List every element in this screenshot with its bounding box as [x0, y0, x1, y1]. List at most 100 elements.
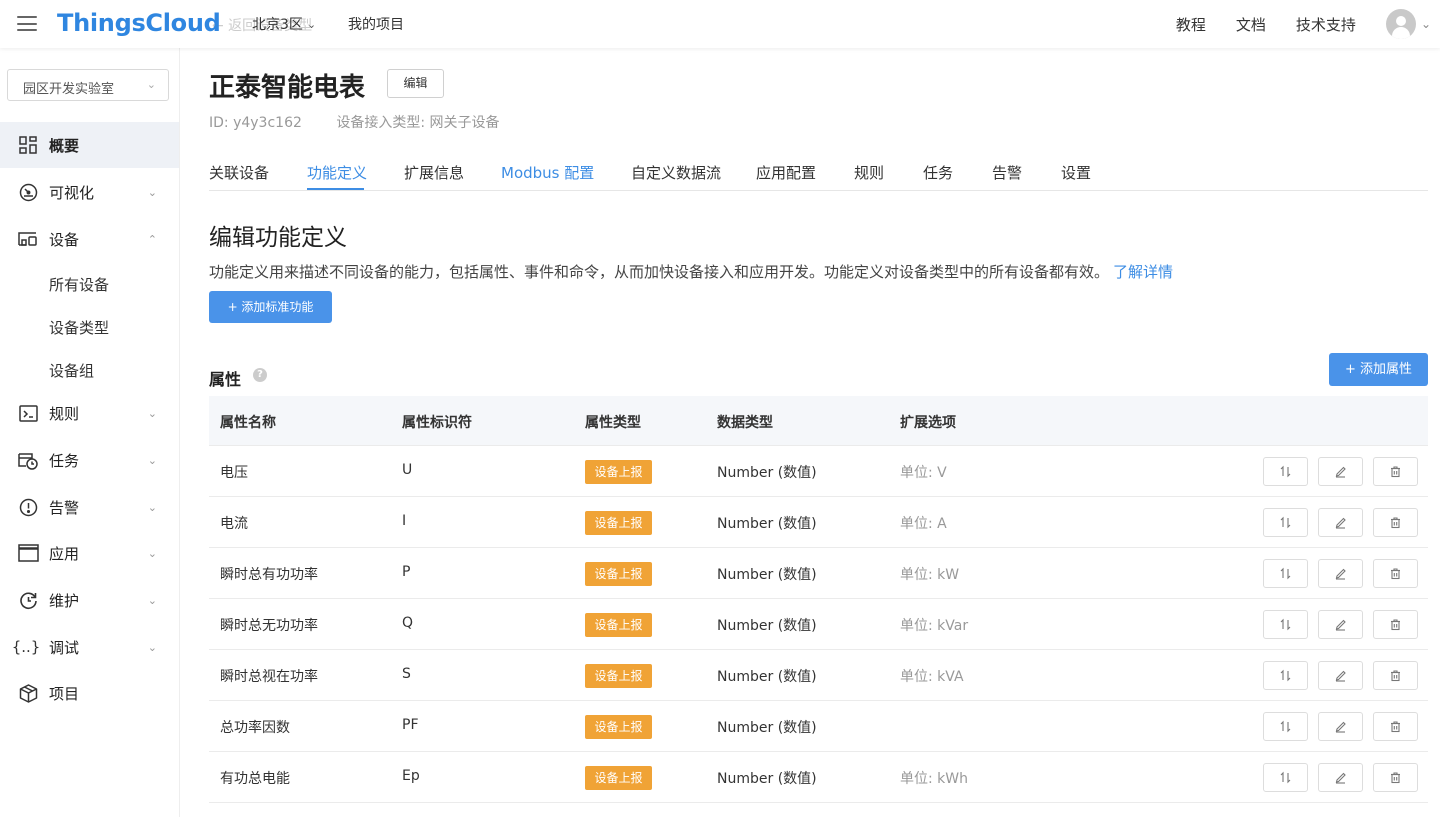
learn-more-link[interactable]: 了解详情 — [1113, 263, 1173, 281]
tab-app-config[interactable]: 应用配置 — [756, 162, 816, 183]
trash-icon — [1389, 465, 1402, 478]
edit-button[interactable]: 编辑 — [387, 69, 444, 98]
extended-option: 单位: V — [900, 465, 947, 481]
edit-row-button[interactable] — [1318, 457, 1363, 486]
delete-row-button[interactable] — [1373, 763, 1418, 792]
edit-row-button[interactable] — [1318, 712, 1363, 741]
property-type-badge: 设备上报 — [585, 460, 652, 484]
project-select[interactable]: 园区开发实验室 ⌄ — [7, 69, 169, 101]
menu-icon[interactable] — [17, 16, 37, 31]
my-projects-link[interactable]: 我的项目 — [348, 14, 404, 34]
property-type-badge: 设备上报 — [585, 766, 652, 790]
nav-tutorial[interactable]: 教程 — [1176, 14, 1206, 35]
delete-row-button[interactable] — [1373, 559, 1418, 588]
nav-support[interactable]: 技术支持 — [1296, 14, 1356, 35]
sidebar-item-apps[interactable]: 应用 ⌄ — [0, 530, 179, 576]
sidebar-item-project[interactable]: 项目 — [0, 670, 179, 716]
sort-button[interactable] — [1263, 457, 1308, 486]
delete-row-button[interactable] — [1373, 508, 1418, 537]
delete-row-button[interactable] — [1373, 661, 1418, 690]
sort-icon — [1279, 567, 1292, 580]
sidebar-item-overview[interactable]: 概要 — [0, 122, 179, 168]
logo[interactable]: ThingsCloud — [57, 9, 221, 37]
chevron-down-icon: ⌄ — [306, 17, 317, 31]
tab-rules[interactable]: 规则 — [854, 162, 884, 183]
avatar[interactable] — [1385, 9, 1416, 39]
extended-option: 单位: A — [900, 516, 947, 532]
device-icon — [17, 228, 39, 250]
sidebar-item-tasks[interactable]: 任务 ⌄ — [0, 437, 179, 483]
chevron-down-icon: ⌄ — [147, 546, 157, 560]
delete-row-button[interactable] — [1373, 712, 1418, 741]
delete-row-button[interactable] — [1373, 610, 1418, 639]
extended-option: 单位: kW — [900, 567, 960, 583]
chevron-down-icon[interactable]: ⌄ — [1421, 17, 1431, 31]
extended-option: 单位: kVar — [900, 618, 969, 634]
property-type-badge: 设备上报 — [585, 511, 652, 535]
help-icon[interactable]: ? — [253, 368, 267, 382]
edit-icon — [1334, 771, 1347, 784]
window-icon — [17, 542, 39, 564]
column-header-prop-type: 属性类型 — [585, 415, 641, 431]
property-name: 有功总电能 — [220, 771, 290, 787]
tab-extended-info[interactable]: 扩展信息 — [404, 162, 464, 183]
tab-alarms[interactable]: 告警 — [992, 162, 1022, 183]
chevron-down-icon: ⌄ — [146, 78, 156, 91]
sort-button[interactable] — [1263, 763, 1308, 792]
add-standard-function-button[interactable]: + 添加标准功能 — [209, 291, 332, 323]
tab-custom-dataflow[interactable]: 自定义数据流 — [631, 162, 721, 183]
sidebar-subitem-device-groups[interactable]: 设备组 — [49, 360, 94, 381]
delete-row-button[interactable] — [1373, 457, 1418, 486]
schedule-icon — [17, 449, 39, 471]
sort-button[interactable] — [1263, 508, 1308, 537]
code-braces-icon: {..} — [11, 638, 41, 656]
tab-related-devices[interactable]: 关联设备 — [209, 162, 269, 183]
edit-row-button[interactable] — [1318, 610, 1363, 639]
property-type-badge: 设备上报 — [585, 613, 652, 637]
property-identifier: S — [402, 666, 411, 682]
edit-row-button[interactable] — [1318, 508, 1363, 537]
tab-function-definition[interactable]: 功能定义 — [307, 162, 367, 183]
table-row: 电压 U 设备上报 Number (数值) 单位: V — [209, 446, 1428, 497]
table-row: 有功总电能 Ep 设备上报 Number (数值) 单位: kWh — [209, 752, 1428, 803]
sort-button[interactable] — [1263, 610, 1308, 639]
sort-icon — [1279, 516, 1292, 529]
project-select-value: 园区开发实验室 — [23, 82, 115, 97]
data-type: Number (数值) — [717, 669, 817, 685]
sidebar-subitem-device-types[interactable]: 设备类型 — [49, 317, 109, 338]
top-nav: 教程 文档 技术支持 ⌄ — [1146, 0, 1440, 48]
sidebar-item-maintenance[interactable]: 维护 ⌄ — [0, 577, 179, 623]
sidebar-item-visualization[interactable]: 可视化 ⌄ — [0, 169, 179, 215]
chevron-down-icon: ⌄ — [147, 500, 157, 514]
extended-option: 单位: kWh — [900, 771, 968, 787]
sidebar-item-rules[interactable]: 规则 ⌄ — [0, 390, 179, 436]
trash-icon — [1389, 720, 1402, 733]
property-identifier: P — [402, 564, 411, 580]
sort-button[interactable] — [1263, 559, 1308, 588]
sidebar-subitem-all-devices[interactable]: 所有设备 — [49, 274, 109, 295]
trash-icon — [1389, 618, 1402, 631]
add-property-button[interactable]: + 添加属性 — [1329, 353, 1428, 386]
edit-row-button[interactable] — [1318, 763, 1363, 792]
sidebar-item-devices[interactable]: 设备 ⌃ — [0, 216, 179, 262]
tab-modbus-config[interactable]: Modbus 配置 — [501, 162, 594, 183]
table-row: 瞬时总无功功率 Q 设备上报 Number (数值) 单位: kVar — [209, 599, 1428, 650]
region-select[interactable]: 北京3区 ⌄ — [252, 14, 316, 34]
table-row: 电流 I 设备上报 Number (数值) 单位: A — [209, 497, 1428, 548]
sort-button[interactable] — [1263, 661, 1308, 690]
edit-icon — [1334, 465, 1347, 478]
edit-row-button[interactable] — [1318, 559, 1363, 588]
tab-settings[interactable]: 设置 — [1061, 162, 1091, 183]
sidebar-item-label: 告警 — [49, 498, 80, 517]
nav-docs[interactable]: 文档 — [1236, 14, 1266, 35]
sidebar-item-debug[interactable]: {..} 调试 ⌄ — [0, 624, 179, 670]
alert-icon — [17, 496, 39, 518]
tab-tasks[interactable]: 任务 — [923, 162, 953, 183]
edit-row-button[interactable] — [1318, 661, 1363, 690]
table-row: 总功率因数 PF 设备上报 Number (数值) — [209, 701, 1428, 752]
sidebar-item-alarms[interactable]: 告警 ⌄ — [0, 484, 179, 530]
property-type-badge: 设备上报 — [585, 664, 652, 688]
sort-button[interactable] — [1263, 712, 1308, 741]
sort-icon — [1279, 669, 1292, 682]
sort-icon — [1279, 465, 1292, 478]
